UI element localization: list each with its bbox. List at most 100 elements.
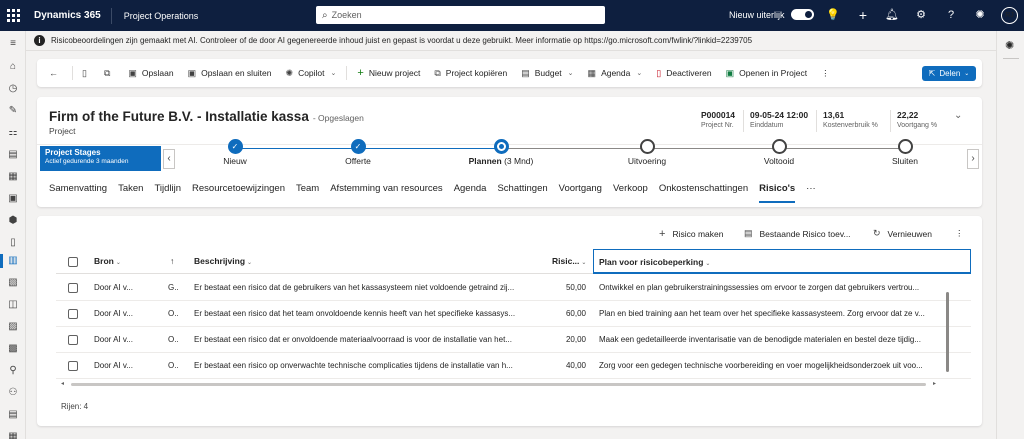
vertical-scrollbar[interactable] xyxy=(946,292,949,372)
save-close-button[interactable]: ▣ Opslaan en sluiten xyxy=(181,59,279,87)
calendar-icon[interactable]: ▦ xyxy=(7,171,19,183)
new-look-toggle[interactable]: Nieuw uiterlijk xyxy=(729,9,814,20)
save-icon: ▣ xyxy=(128,67,137,78)
hamburger-icon[interactable]: ≡ xyxy=(7,38,19,50)
share-button[interactable]: ⇱ Delen ⌄ xyxy=(922,66,976,81)
checkmark-icon: ✓ xyxy=(350,139,366,154)
brand-name[interactable]: Dynamics 365 xyxy=(26,7,112,24)
bell-icon[interactable]: 🔔︎ xyxy=(885,8,899,22)
team-icon[interactable]: ⚇ xyxy=(7,387,19,399)
clipboard-icon[interactable]: ▤ xyxy=(7,149,19,161)
reports-icon[interactable]: ▤ xyxy=(7,409,19,421)
search-placeholder: Zoeken xyxy=(331,10,362,20)
plus-icon[interactable]: + xyxy=(856,8,870,22)
tab-agenda[interactable]: Agenda xyxy=(454,183,487,203)
app-name[interactable]: Project Operations xyxy=(112,11,199,21)
cell-beschrijving: Er bestaat een risico dat het team onvol… xyxy=(194,309,516,318)
tab-resourcetoewijzingen[interactable]: Resourcetoewijzingen xyxy=(192,183,285,203)
help-icon[interactable]: ? xyxy=(944,8,958,22)
stage-voltooid[interactable]: Voltooid xyxy=(734,139,824,166)
budget-button[interactable]: ▤ Budget ⌄ xyxy=(514,59,580,87)
previous-stage-chevron-icon[interactable]: ‹ xyxy=(163,149,175,169)
column-header-bron[interactable]: Bron ⌄ xyxy=(94,249,121,274)
tab-taken[interactable]: Taken xyxy=(118,183,143,203)
tab-verkoop[interactable]: Verkoop xyxy=(613,183,648,203)
agenda-button[interactable]: ▦ Agenda ⌄ xyxy=(581,59,650,87)
pin-icon[interactable]: ✎ xyxy=(7,105,19,117)
tab-team[interactable]: Team xyxy=(296,183,319,203)
horizontal-scrollbar[interactable]: ◂ ▸ xyxy=(61,380,941,387)
grid-more-button[interactable]: ⋮ xyxy=(955,228,964,239)
tab-voortgang[interactable]: Voortgang xyxy=(559,183,602,203)
expand-header-chevron-icon[interactable]: ⌄ xyxy=(954,110,962,121)
document-icon[interactable]: ▯ xyxy=(7,237,19,249)
gear-icon[interactable]: ⚙ xyxy=(914,8,928,22)
save-button[interactable]: ▣ Opslaan xyxy=(121,59,180,87)
tabs-overflow-button[interactable]: ··· xyxy=(806,183,816,203)
refresh-button[interactable]: ↻ Vernieuwen xyxy=(873,228,932,239)
invoice-icon[interactable]: ▩ xyxy=(7,343,19,355)
home-icon[interactable]: ⌂ xyxy=(7,61,19,73)
recent-icon[interactable]: ◷ xyxy=(7,83,19,95)
tab-risicos[interactable]: Risico's xyxy=(759,183,796,203)
package-icon[interactable]: ⬢ xyxy=(7,215,19,227)
open-in-project-button[interactable]: ▣ Openen in Project xyxy=(719,59,815,87)
table-row[interactable]: Door AI v... G.. Er bestaat een risico d… xyxy=(56,275,971,301)
stage-offerte[interactable]: ✓ Offerte xyxy=(313,139,403,166)
contacts-icon[interactable]: ▣ xyxy=(7,193,19,205)
copy-project-button[interactable]: ⧉ Project kopiëren xyxy=(427,59,514,87)
pop-out-icon: ⧉ xyxy=(103,67,111,78)
tasks-icon[interactable]: ▧ xyxy=(7,277,19,289)
row-checkbox[interactable] xyxy=(68,309,78,319)
sort-arrow-up-icon[interactable]: ↑ xyxy=(170,249,174,274)
copilot-pane-icon[interactable]: ✺ xyxy=(1005,40,1017,52)
workspace-icon[interactable]: ⚏ xyxy=(7,127,19,139)
avatar[interactable]: RJ xyxy=(1001,7,1018,24)
record-title: Firm of the Future B.V. - Installatie ka… xyxy=(49,109,364,124)
tab-samenvatting[interactable]: Samenvatting xyxy=(49,183,107,203)
add-existing-risk-button[interactable]: ▤ Bestaande Risico toev... xyxy=(744,228,851,239)
process-stage-flag[interactable]: Project Stages Actief gedurende 3 maande… xyxy=(40,146,161,171)
settings-list-icon[interactable]: ▦ xyxy=(7,431,19,439)
roles-icon[interactable]: ◫ xyxy=(7,299,19,311)
column-header-plan-voor-risicobeperking[interactable]: Plan voor risicobeperking ⌄ xyxy=(593,249,971,274)
copilot-button[interactable]: ✺ Copilot ⌄ xyxy=(279,59,344,87)
stage-uitvoering[interactable]: Uitvoering xyxy=(602,139,692,166)
row-checkbox[interactable] xyxy=(68,335,78,345)
deactivate-button[interactable]: ▯ Deactiveren xyxy=(649,59,718,87)
stage-plannen[interactable]: Plannen (3 Mnd) xyxy=(454,139,548,166)
scroll-left-icon[interactable]: ◂ xyxy=(61,380,64,387)
tab-tijdlijn[interactable]: Tijdlijn xyxy=(154,183,181,203)
lightbulb-icon[interactable]: 💡 xyxy=(826,8,840,22)
select-all-checkbox[interactable] xyxy=(68,257,78,267)
open-new-window-button[interactable]: ⧉ xyxy=(98,59,121,87)
more-commands-button[interactable]: ⋮ xyxy=(814,59,837,87)
row-checkbox[interactable] xyxy=(68,361,78,371)
record-title-text: Firm of the Future B.V. - Installatie ka… xyxy=(49,109,309,124)
table-row[interactable]: Door AI v... O.. Er bestaat een risico d… xyxy=(56,301,971,327)
table-row[interactable]: Door AI v... O.. Er bestaat een risico d… xyxy=(56,327,971,353)
column-header-risico[interactable]: Risic... ⌄ xyxy=(552,249,586,274)
toggle-switch[interactable] xyxy=(790,9,814,20)
approvals-icon[interactable]: ▨ xyxy=(7,321,19,333)
next-stage-chevron-icon[interactable]: › xyxy=(967,149,979,169)
table-row[interactable]: Door AI v... O.. Er bestaat een risico o… xyxy=(56,353,971,379)
new-risk-button[interactable]: + Risico maken xyxy=(659,228,723,240)
projects-icon[interactable]: ▥ xyxy=(7,255,19,267)
row-checkbox[interactable] xyxy=(68,283,78,293)
scrollbar-thumb[interactable] xyxy=(71,383,926,386)
stage-sluiten[interactable]: Sluiten xyxy=(860,139,950,166)
tab-schattingen[interactable]: Schattingen xyxy=(497,183,547,203)
scroll-right-icon[interactable]: ▸ xyxy=(933,380,936,387)
stage-nieuw[interactable]: ✓ Nieuw xyxy=(190,139,280,166)
record-set-button[interactable]: ▯ xyxy=(76,59,98,87)
back-button[interactable]: ← xyxy=(43,59,69,87)
new-project-button[interactable]: + Nieuw project xyxy=(350,59,427,87)
search-input[interactable]: ⌕ Zoeken xyxy=(316,6,605,24)
tab-onkostenschattingen[interactable]: Onkostenschattingen xyxy=(659,183,748,203)
copilot-icon[interactable]: ✺ xyxy=(973,8,987,22)
column-header-beschrijving[interactable]: Beschrijving ⌄ xyxy=(194,249,252,274)
resource-icon[interactable]: ⚲ xyxy=(7,365,19,377)
app-launcher-icon[interactable] xyxy=(0,0,26,31)
tab-afstemming-van-resources[interactable]: Afstemming van resources xyxy=(330,183,442,203)
